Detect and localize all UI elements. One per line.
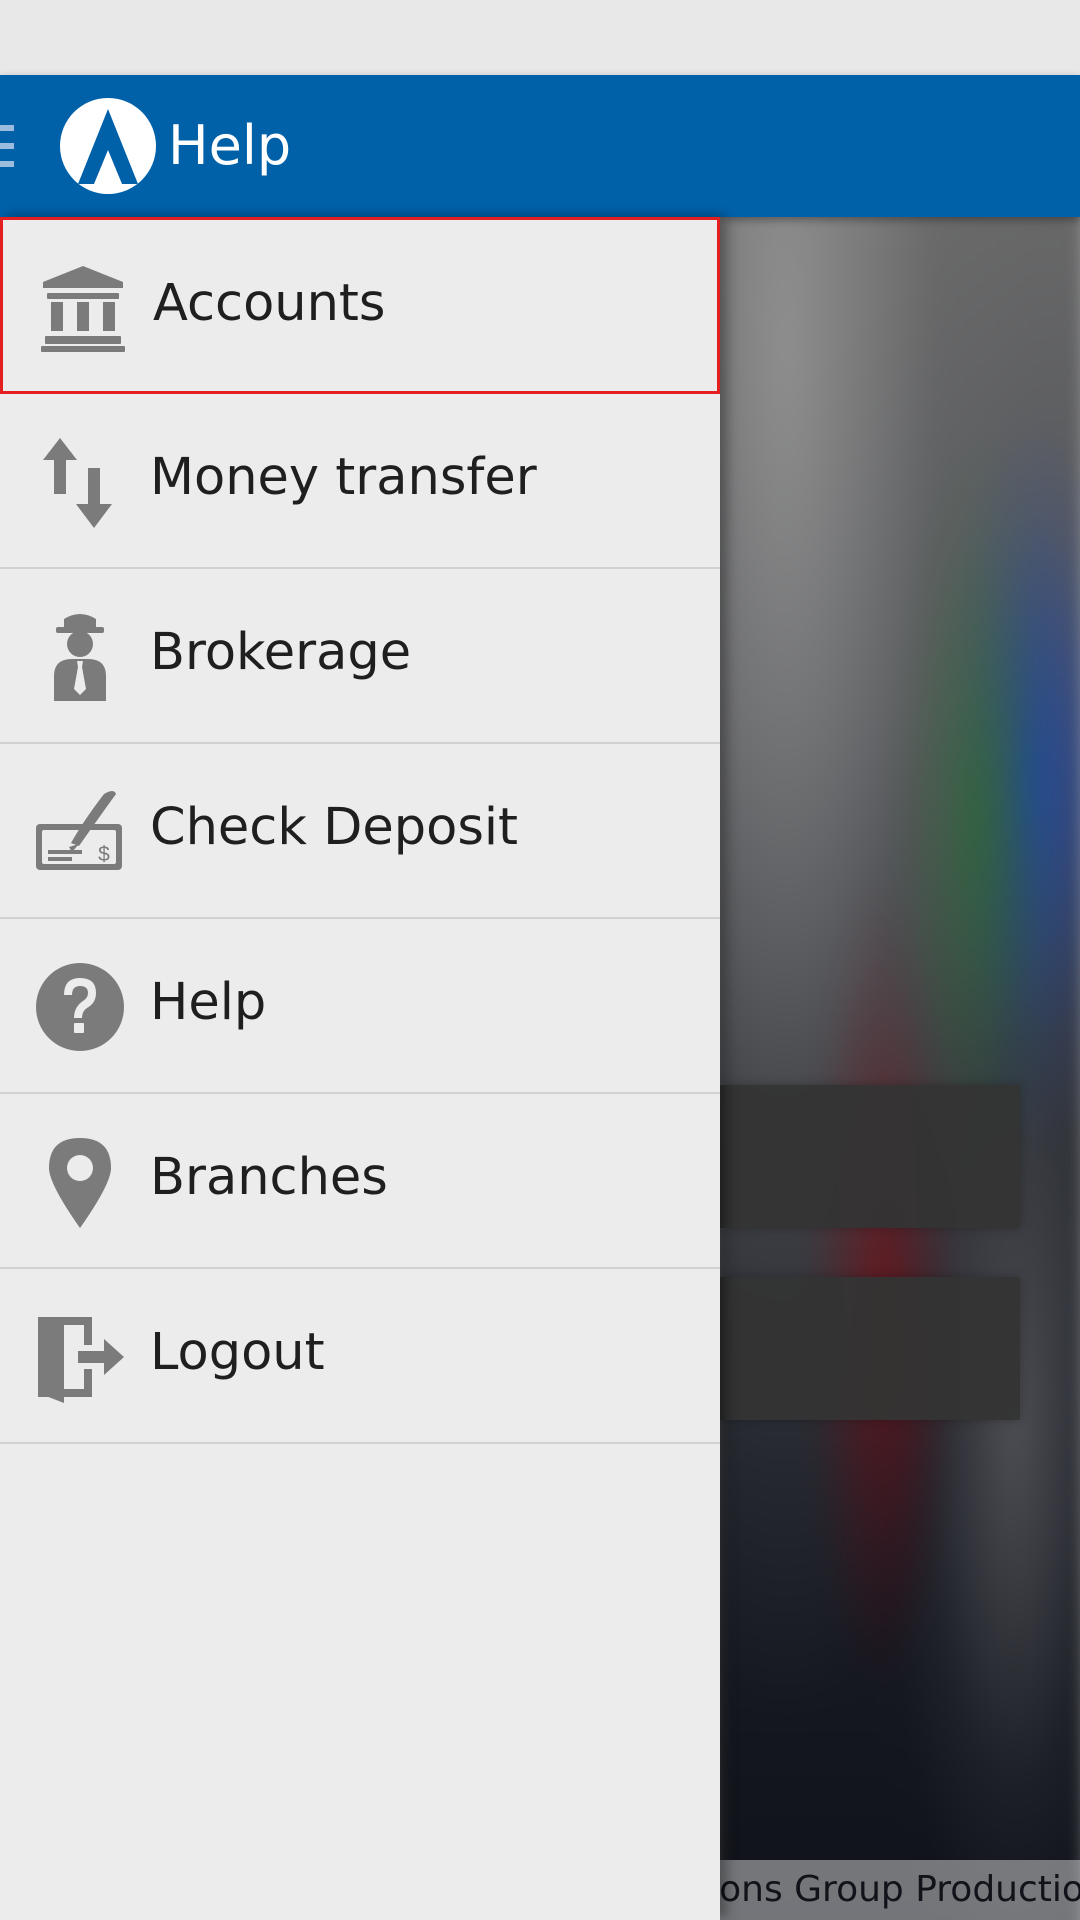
app-bar: Help bbox=[0, 75, 1080, 217]
navigation-drawer: Accounts Money transfer Brokerage $ Chec… bbox=[0, 217, 720, 1920]
background-button: t bbox=[720, 1085, 1020, 1228]
logout-icon bbox=[34, 1311, 126, 1403]
nav-item-accounts[interactable]: Accounts bbox=[0, 217, 720, 394]
background-footer: tions Group Production bbox=[720, 1860, 1080, 1920]
nav-item-check-deposit[interactable]: $ Check Deposit bbox=[0, 744, 720, 919]
menu-icon-line bbox=[0, 125, 14, 131]
location-pin-icon bbox=[34, 1136, 126, 1228]
nav-item-branches[interactable]: Branches bbox=[0, 1094, 720, 1269]
status-bar bbox=[0, 0, 1080, 75]
nav-item-money-transfer[interactable]: Money transfer bbox=[0, 394, 720, 569]
brand-logo-icon bbox=[78, 109, 138, 184]
nav-item-brokerage[interactable]: Brokerage bbox=[0, 569, 720, 744]
menu-icon-line bbox=[0, 161, 14, 167]
app-screen: Help t rt tions Group Production bbox=[0, 0, 1080, 1920]
nav-item-logout[interactable]: Logout bbox=[0, 1269, 720, 1444]
nav-item-label: Money transfer bbox=[150, 448, 537, 507]
nav-item-label: Help bbox=[150, 973, 267, 1032]
transfer-arrows-icon bbox=[34, 436, 126, 528]
svg-text:$: $ bbox=[98, 843, 110, 866]
background-content: t rt tions Group Production bbox=[720, 217, 1080, 1920]
question-icon bbox=[34, 961, 126, 1053]
nav-item-label: Brokerage bbox=[150, 623, 412, 682]
menu-icon-line bbox=[0, 143, 14, 149]
nav-item-label: Accounts bbox=[153, 274, 386, 333]
nav-item-label: Check Deposit bbox=[150, 798, 519, 857]
broker-icon bbox=[34, 611, 126, 703]
nav-item-label: Logout bbox=[150, 1323, 325, 1382]
blurred-background-image bbox=[720, 217, 1080, 1920]
page-title: Help bbox=[168, 114, 292, 177]
bank-icon bbox=[37, 262, 129, 354]
nav-item-label: Branches bbox=[150, 1148, 388, 1207]
background-button: rt bbox=[720, 1277, 1020, 1420]
menu-icon[interactable] bbox=[0, 125, 14, 167]
check-deposit-icon: $ bbox=[34, 786, 126, 878]
brand-logo bbox=[60, 98, 156, 194]
nav-item-help[interactable]: Help bbox=[0, 919, 720, 1094]
